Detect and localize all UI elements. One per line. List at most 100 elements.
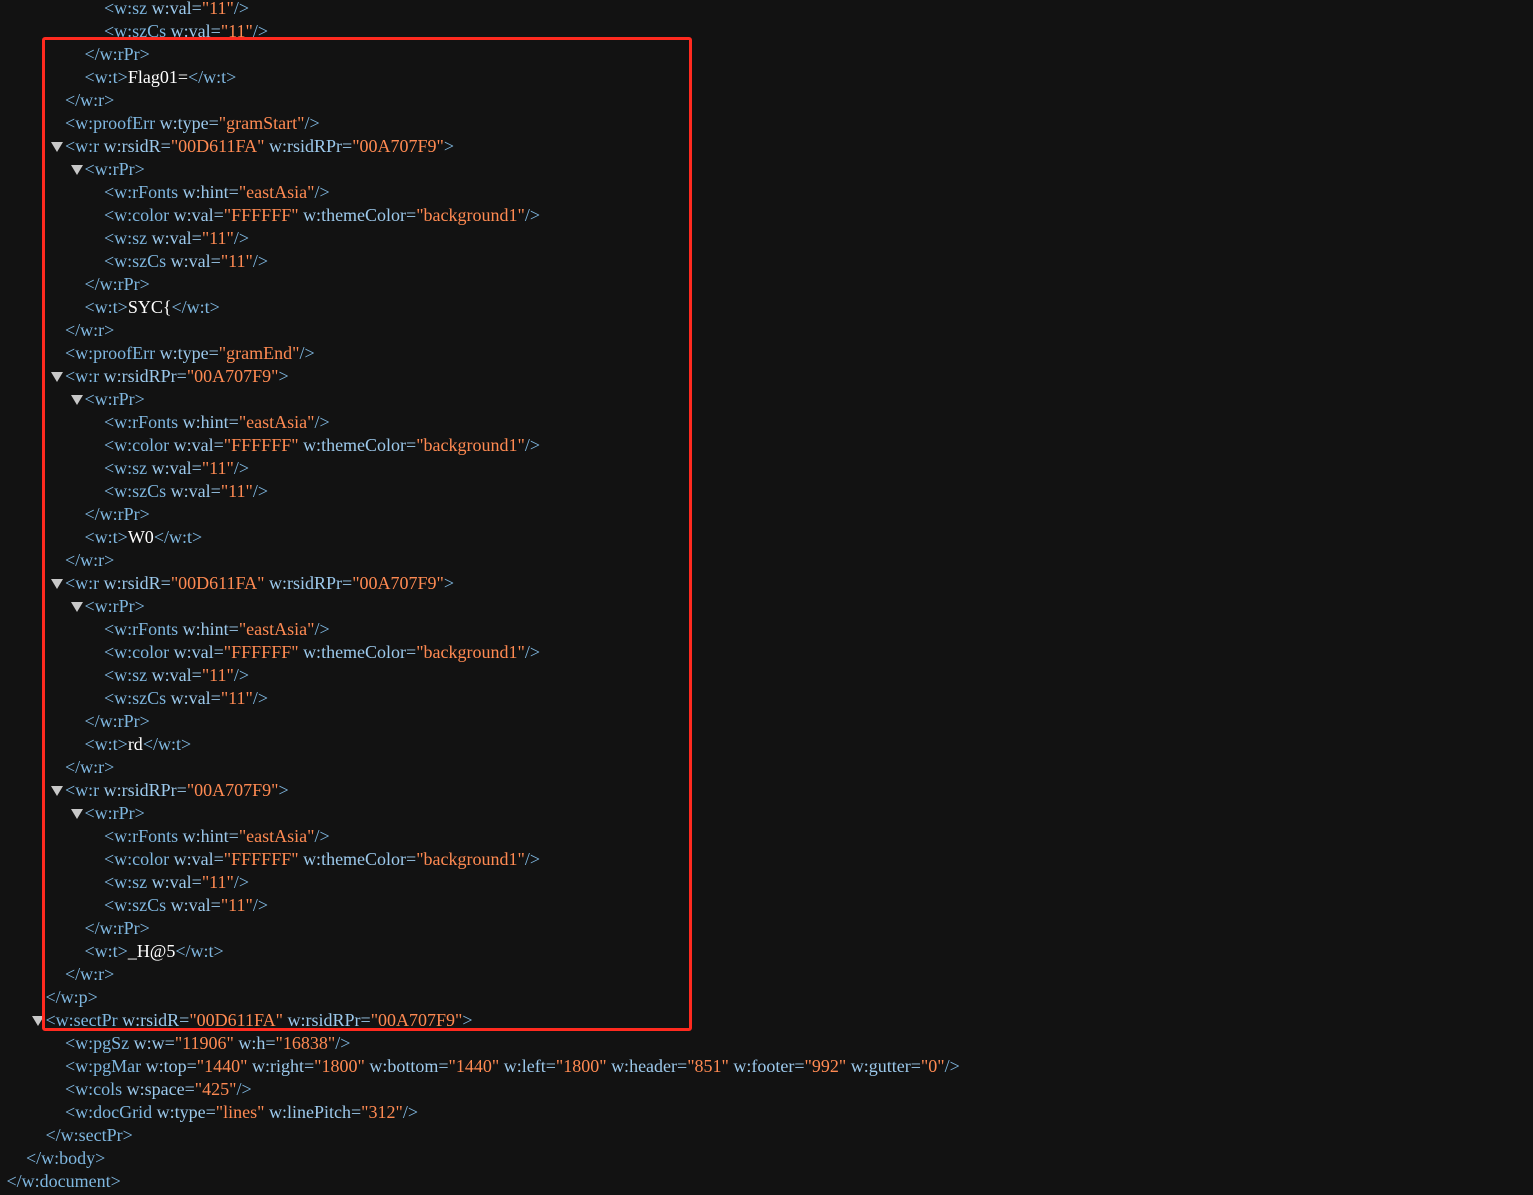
xml-line-content: </w:sectPr> — [46, 1124, 133, 1147]
xml-token-attr: w:val= — [170, 688, 221, 708]
xml-line-content: </w:rPr> — [85, 43, 150, 66]
xml-token-tag: <w:rFonts — [104, 826, 183, 846]
xml-token-tag: /> — [252, 688, 268, 708]
xml-line-content: <w:rFonts w:hint="eastAsia"/> — [104, 825, 330, 848]
xml-token-tag: <w:color — [104, 435, 174, 455]
xml-token-tag: <w:rPr> — [84, 159, 145, 179]
xml-token-attr: w:val= — [173, 205, 224, 225]
xml-line-content: <w:t>SYC{</w:t> — [85, 296, 220, 319]
xml-line-content: <w:sz w:val="11"/> — [104, 227, 249, 250]
xml-token-tag: <w:r — [65, 136, 104, 156]
xml-token-val: "eastAsia" — [238, 412, 315, 432]
xml-line-content: <w:rPr> — [85, 158, 145, 181]
xml-token-val: "00A707F9" — [352, 573, 444, 593]
xml-token-val: "gramEnd" — [218, 343, 300, 363]
triangle-down-icon[interactable] — [70, 165, 83, 175]
xml-line-content: </w:p> — [46, 986, 98, 1009]
xml-token-tag: <w:t> — [84, 941, 128, 961]
xml-token-tag: </w:rPr> — [84, 918, 150, 938]
xml-token-tag: <w:sectPr — [45, 1010, 123, 1030]
xml-token-tag: /> — [402, 1102, 419, 1122]
xml-line-content: </w:rPr> — [85, 917, 150, 940]
xml-token-tag: <w:t> — [84, 527, 128, 547]
xml-line-content: <w:sz w:val="11"/> — [104, 871, 249, 894]
triangle-down-icon[interactable] — [51, 786, 63, 796]
xml-token-tag: <w:color — [104, 205, 174, 225]
xml-token-attr: w:val= — [173, 435, 224, 455]
xml-token-val: "425" — [194, 1079, 237, 1099]
xml-line-content: </w:rPr> — [85, 273, 150, 296]
xml-token-tag: <w:cols — [65, 1079, 127, 1099]
xml-line-content: <w:t>rd</w:t> — [85, 733, 192, 756]
xml-token-tag: <w:r — [65, 366, 104, 386]
xml-token-val: "1440" — [448, 1056, 500, 1076]
xml-token-tag: </w:rPr> — [84, 504, 150, 524]
xml-token-attr: w:val= — [170, 895, 221, 915]
xml-token-val: "eastAsia" — [238, 182, 315, 202]
xml-token-tag: /> — [524, 205, 541, 225]
xml-token-tag: <w:sz — [104, 0, 152, 18]
xml-token-tag: <w:szCs — [104, 21, 171, 41]
xml-token-val: "00D611FA" — [170, 573, 265, 593]
xml-token-val: "00D611FA" — [170, 136, 265, 156]
xml-token-attr: w:val= — [173, 849, 224, 869]
xml-line-content: <w:rPr> — [85, 388, 145, 411]
xml-line-content: <w:rFonts w:hint="eastAsia"/> — [104, 181, 330, 204]
xml-token-tag: /> — [252, 895, 268, 915]
xml-token-tag: <w:r — [65, 780, 104, 800]
xml-line-content: <w:color w:val="FFFFFF" w:themeColor="ba… — [104, 641, 540, 664]
triangle-down-icon[interactable] — [31, 1016, 44, 1026]
xml-token-val: "background1" — [416, 435, 525, 455]
xml-token-tag: /> — [252, 21, 268, 41]
xml-token-tag: /> — [314, 182, 330, 202]
xml-line-content: <w:rPr> — [85, 595, 145, 618]
xml-token-attr: w:val= — [170, 251, 221, 271]
xml-token-attr: w:left= — [499, 1056, 556, 1076]
xml-token-tag: /> — [233, 0, 249, 18]
xml-token-tag: <w:sz — [104, 228, 152, 248]
xml-token-attr: w:type= — [159, 113, 219, 133]
xml-line-content: <w:proofErr w:type="gramEnd"/> — [65, 342, 315, 365]
xml-line-content: </w:r> — [65, 89, 114, 112]
xml-token-tag: </w:r> — [65, 90, 115, 110]
xml-token-tag: <w:pgMar — [65, 1056, 146, 1076]
xml-tree-view: <w:sz w:val="11"/> <w:szCs w:val="11"/> </… — [0, 0, 1533, 1195]
xml-line-content: <w:pgSz w:w="11906" w:h="16838"/> — [65, 1032, 350, 1055]
xml-token-val: "11" — [201, 872, 234, 892]
xml-token-attr: w:right= — [247, 1056, 315, 1076]
triangle-down-icon[interactable] — [70, 809, 83, 819]
xml-token-attr: w:rsidRPr= — [103, 780, 187, 800]
xml-token-tag: > — [278, 366, 289, 386]
xml-token-val: "16838" — [275, 1033, 336, 1053]
xml-token-val: "FFFFFF" — [223, 435, 299, 455]
xml-line-content: <w:r w:rsidR="00D611FA" w:rsidRPr="00A70… — [65, 572, 454, 595]
xml-token-tag: <w:sz — [104, 665, 152, 685]
xml-token-attr: w:hint= — [182, 619, 239, 639]
xml-token-tag: > — [443, 573, 455, 593]
triangle-down-icon[interactable] — [51, 372, 63, 382]
xml-token-val: "11" — [220, 21, 253, 41]
xml-token-tag: <w:rFonts — [104, 619, 183, 639]
xml-token-tag: /> — [314, 826, 330, 846]
xml-token-tag: <w:szCs — [104, 251, 171, 271]
triangle-down-icon[interactable] — [51, 579, 63, 589]
xml-token-attr: w:bottom= — [364, 1056, 449, 1076]
xml-token-val: "1800" — [555, 1056, 607, 1076]
xml-token-val: "00A707F9" — [186, 780, 279, 800]
xml-token-tag: /> — [252, 251, 268, 271]
xml-token-attr: w:val= — [151, 0, 202, 18]
xml-line-content: <w:rFonts w:hint="eastAsia"/> — [104, 411, 330, 434]
xml-token-tag: </w:rPr> — [84, 44, 150, 64]
xml-token-val: "11" — [201, 228, 234, 248]
xml-token-tag: <w:color — [104, 849, 174, 869]
xml-line-content: <w:rFonts w:hint="eastAsia"/> — [104, 618, 330, 641]
triangle-down-icon[interactable] — [70, 602, 83, 612]
xml-line-content: <w:t>Flag01=</w:t> — [85, 66, 237, 89]
xml-line-content: <w:r w:rsidRPr="00A707F9"> — [65, 779, 289, 802]
xml-token-val: "1800" — [314, 1056, 365, 1076]
triangle-down-icon[interactable] — [51, 142, 63, 152]
triangle-down-icon[interactable] — [70, 395, 83, 405]
xml-line-content: <w:r w:rsidR="00D611FA" w:rsidRPr="00A70… — [65, 135, 454, 158]
xml-token-attr: w:val= — [170, 481, 221, 501]
xml-token-val: "851" — [687, 1056, 729, 1076]
